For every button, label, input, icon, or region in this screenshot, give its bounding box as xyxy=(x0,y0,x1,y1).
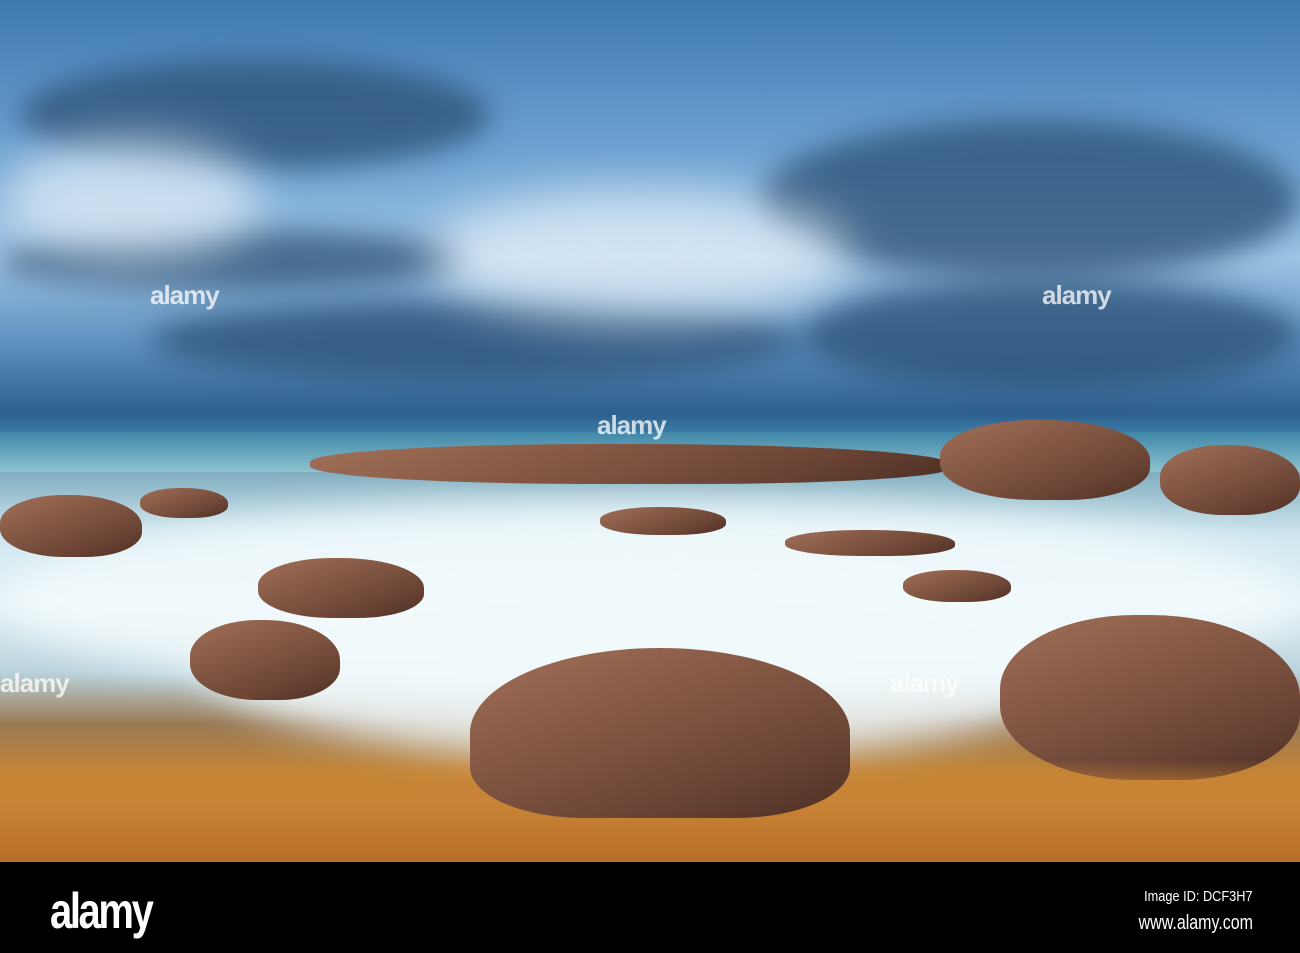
rock xyxy=(600,507,726,535)
site-url: www.alamy.com xyxy=(1138,912,1253,934)
sky-light xyxy=(0,140,260,260)
alamy-logo: alamy xyxy=(50,883,154,939)
watermark: alamy xyxy=(150,280,220,310)
rock xyxy=(0,495,142,557)
rock xyxy=(903,570,1011,602)
seascape-photo: alamy alamy alamy alamy alamy xyxy=(0,0,1300,862)
rock xyxy=(940,420,1150,500)
image-id: Image ID: DCF3H7 xyxy=(1144,888,1253,905)
rock xyxy=(258,558,424,618)
sky-light xyxy=(430,190,850,320)
foreground-boulder xyxy=(470,648,850,818)
watermark: alamy xyxy=(0,668,70,698)
rock xyxy=(310,444,950,484)
footer-bar: alamy Image ID: DCF3H7 www.alamy.com xyxy=(0,862,1300,953)
rock xyxy=(140,488,228,518)
rock xyxy=(1000,615,1300,780)
watermark: alamy xyxy=(597,410,667,440)
watermark: alamy xyxy=(1042,280,1112,310)
rock xyxy=(785,530,955,556)
watermark: alamy xyxy=(890,668,960,698)
rock xyxy=(190,620,340,700)
rock xyxy=(1160,445,1300,515)
